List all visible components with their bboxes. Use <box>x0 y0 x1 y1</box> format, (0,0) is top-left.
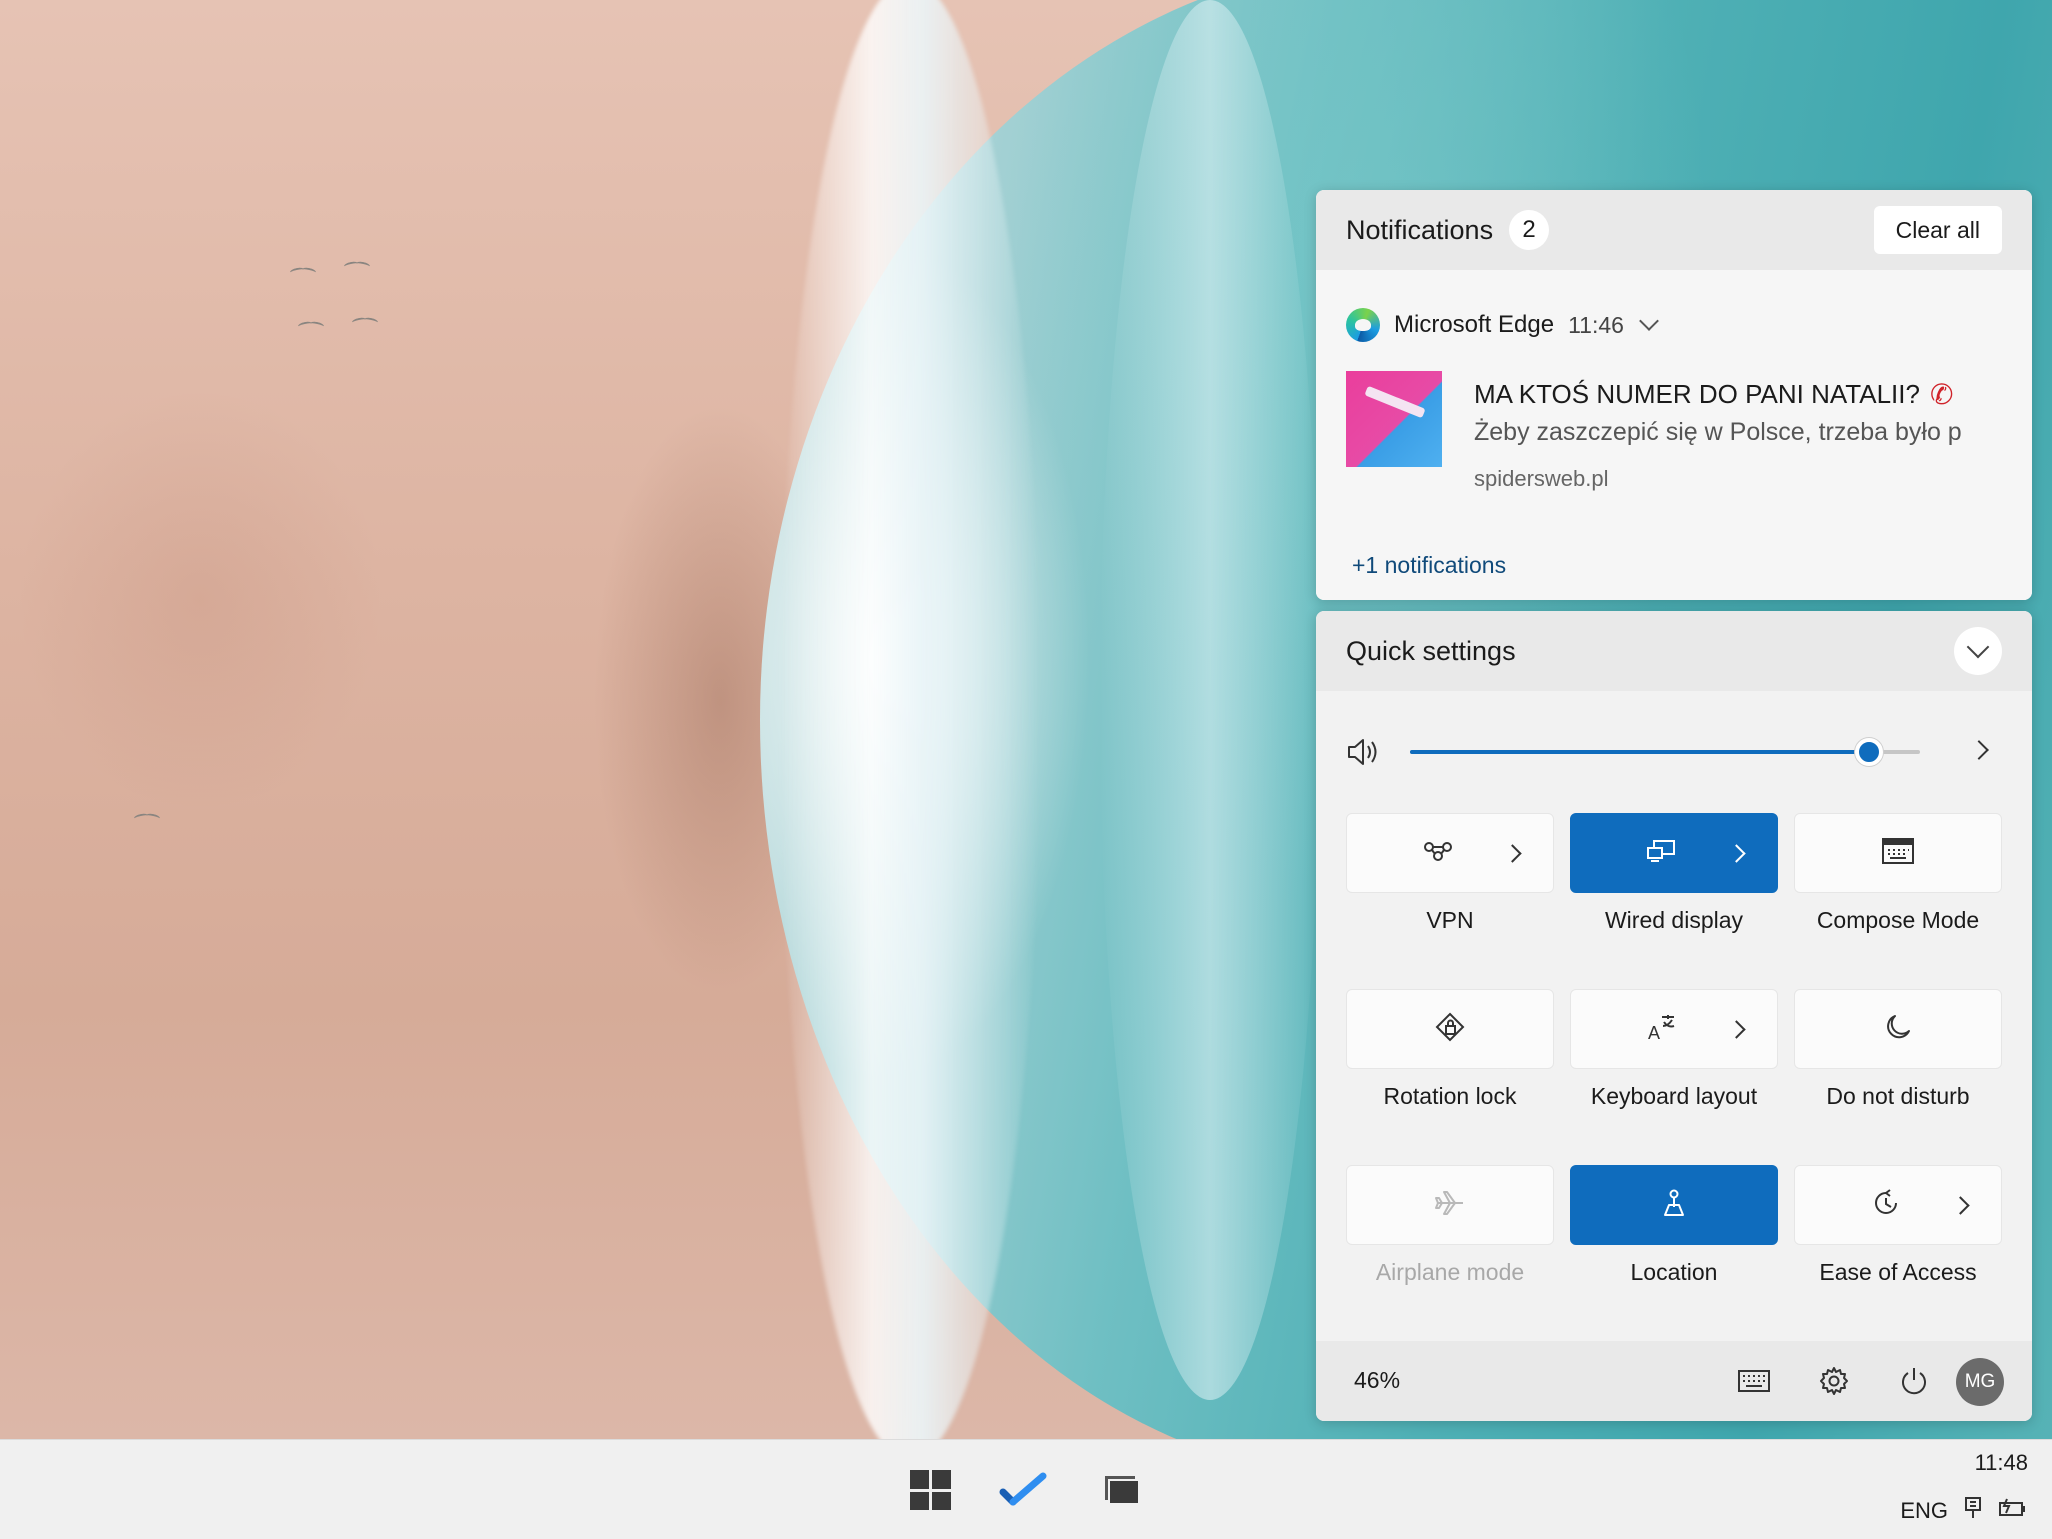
notification-time: 11:46 <box>1568 311 1624 338</box>
chevron-right-icon[interactable] <box>1951 1196 1970 1215</box>
tile-label: Wired display <box>1604 907 1744 933</box>
tile-label: Compose Mode <box>1816 907 1980 933</box>
task-view-icon[interactable] <box>1097 1466 1145 1514</box>
quick-settings-title: Quick settings <box>1346 635 1516 666</box>
tile-compose-mode: Compose Mode <box>1794 813 2002 934</box>
clear-all-button[interactable]: Clear all <box>1873 206 2002 254</box>
chevron-right-icon[interactable] <box>1727 844 1746 863</box>
avatar[interactable]: MG <box>1956 1358 2004 1406</box>
wired-display-button[interactable] <box>1570 813 1778 893</box>
gear-icon[interactable] <box>1814 1361 1854 1401</box>
power-icon[interactable] <box>1894 1361 1934 1401</box>
speaker-icon[interactable] <box>1346 735 1382 769</box>
compose-mode-button[interactable] <box>1794 813 2002 893</box>
tile-label: Location <box>1630 1259 1718 1285</box>
airplane-icon <box>1433 1188 1467 1223</box>
notifications-count-badge: 2 <box>1509 210 1550 250</box>
chevron-right-icon[interactable] <box>1727 1020 1746 1039</box>
airplane-mode-button[interactable] <box>1346 1165 1554 1245</box>
wired-display-icon <box>1645 838 1679 869</box>
vpn-icon <box>1421 839 1455 868</box>
start-button-windows-icon[interactable] <box>906 1466 954 1514</box>
notifications-header: Notifications 2 Clear all <box>1316 190 2032 270</box>
do-not-disturb-button[interactable] <box>1794 989 2002 1069</box>
tile-rotation-lock: Rotation lock <box>1346 989 1554 1110</box>
volume-slider[interactable] <box>1410 738 1920 766</box>
tile-label: Rotation lock <box>1383 1083 1517 1109</box>
notification-app-name: Microsoft Edge <box>1394 311 1555 338</box>
tile-vpn: VPN <box>1346 813 1554 934</box>
keyboard-layout-icon: A <box>1646 1012 1678 1047</box>
quick-settings-panel: Quick settings VPN Wired display Compose… <box>1316 611 2032 1421</box>
vpn-button[interactable] <box>1346 813 1554 893</box>
tile-label: Keyboard layout <box>1590 1083 1758 1109</box>
tile-location: Location <box>1570 1165 1778 1286</box>
language-indicator[interactable]: ENG <box>1900 1498 1948 1524</box>
ease-of-access-icon <box>1870 1187 1902 1224</box>
wallpaper-foam-secondary <box>1100 0 1320 1400</box>
rotation-lock-button[interactable] <box>1346 989 1554 1069</box>
notification-thumbnail <box>1346 371 1442 467</box>
quick-settings-header: Quick settings <box>1316 611 2032 691</box>
notifications-title: Notifications <box>1346 214 1494 245</box>
todo-app-icon[interactable] <box>999 1466 1047 1514</box>
chevron-right-icon[interactable] <box>1969 740 1989 760</box>
tile-keyboard-layout: A Keyboard layout <box>1570 989 1778 1110</box>
location-button[interactable] <box>1570 1165 1778 1245</box>
tile-wired-display: Wired display <box>1570 813 1778 934</box>
notification-body: Żeby zaszczepić się w Polsce, trzeba był… <box>1474 418 1962 446</box>
bird-icon <box>290 268 316 276</box>
taskbar-clock[interactable]: 11:48 <box>1975 1450 2028 1476</box>
notification-title: MA KTOŚ NUMER DO PANI NATALII? ✆ <box>1474 378 1953 411</box>
battery-percentage[interactable]: 46% <box>1354 1367 1400 1394</box>
wallpaper-foam <box>780 0 1040 1439</box>
edge-icon <box>1346 308 1380 342</box>
bird-icon <box>134 814 160 822</box>
notification-card[interactable]: Microsoft Edge 11:46 MA KTOŚ NUMER DO PA… <box>1316 270 2032 600</box>
notification-source: spidersweb.pl <box>1474 466 1609 491</box>
notification-title-text: MA KTOŚ NUMER DO PANI NATALII? <box>1474 379 1920 409</box>
ease-of-access-button[interactable] <box>1794 1165 2002 1245</box>
tile-label: Airplane mode <box>1375 1259 1525 1285</box>
rotation-lock-icon <box>1434 1011 1466 1048</box>
keyboard-layout-button[interactable]: A <box>1570 989 1778 1069</box>
network-icon[interactable] <box>1962 1496 1984 1526</box>
tile-label: Ease of Access <box>1819 1259 1977 1285</box>
bird-icon <box>344 262 370 270</box>
bird-icon <box>298 322 324 330</box>
tile-label: Do not disturb <box>1826 1083 1970 1109</box>
svg-text:A: A <box>1648 1023 1660 1042</box>
bird-icon <box>352 318 378 326</box>
notification-app-row: Microsoft Edge 11:46 <box>1346 308 1659 342</box>
volume-slider-fill <box>1410 750 1869 754</box>
tile-label: VPN <box>1426 907 1474 933</box>
notifications-panel: Notifications 2 Clear all Microsoft Edge… <box>1316 190 2032 600</box>
battery-icon[interactable] <box>1998 1496 2028 1526</box>
taskbar: 11:48 ENG <box>0 1439 2052 1539</box>
phone-icon: ✆ <box>1929 379 1954 410</box>
keyboard-icon <box>1882 837 1914 869</box>
chevron-right-icon[interactable] <box>1503 844 1522 863</box>
tile-ease-of-access: Ease of Access <box>1794 1165 2002 1286</box>
more-notifications-link[interactable]: +1 notifications <box>1352 552 1506 579</box>
tile-airplane-mode: Airplane mode <box>1346 1165 1554 1286</box>
quick-settings-collapse-button[interactable] <box>1954 627 2002 675</box>
chevron-down-icon[interactable] <box>1639 311 1659 331</box>
volume-row <box>1346 729 2016 775</box>
quick-settings-footer: 46% MG <box>1316 1341 2032 1421</box>
volume-slider-thumb[interactable] <box>1855 738 1883 766</box>
system-tray: ENG <box>1900 1496 2028 1526</box>
location-icon <box>1658 1187 1690 1224</box>
keyboard-icon[interactable] <box>1734 1361 1774 1401</box>
moon-icon <box>1883 1012 1913 1047</box>
tile-do-not-disturb: Do not disturb <box>1794 989 2002 1110</box>
